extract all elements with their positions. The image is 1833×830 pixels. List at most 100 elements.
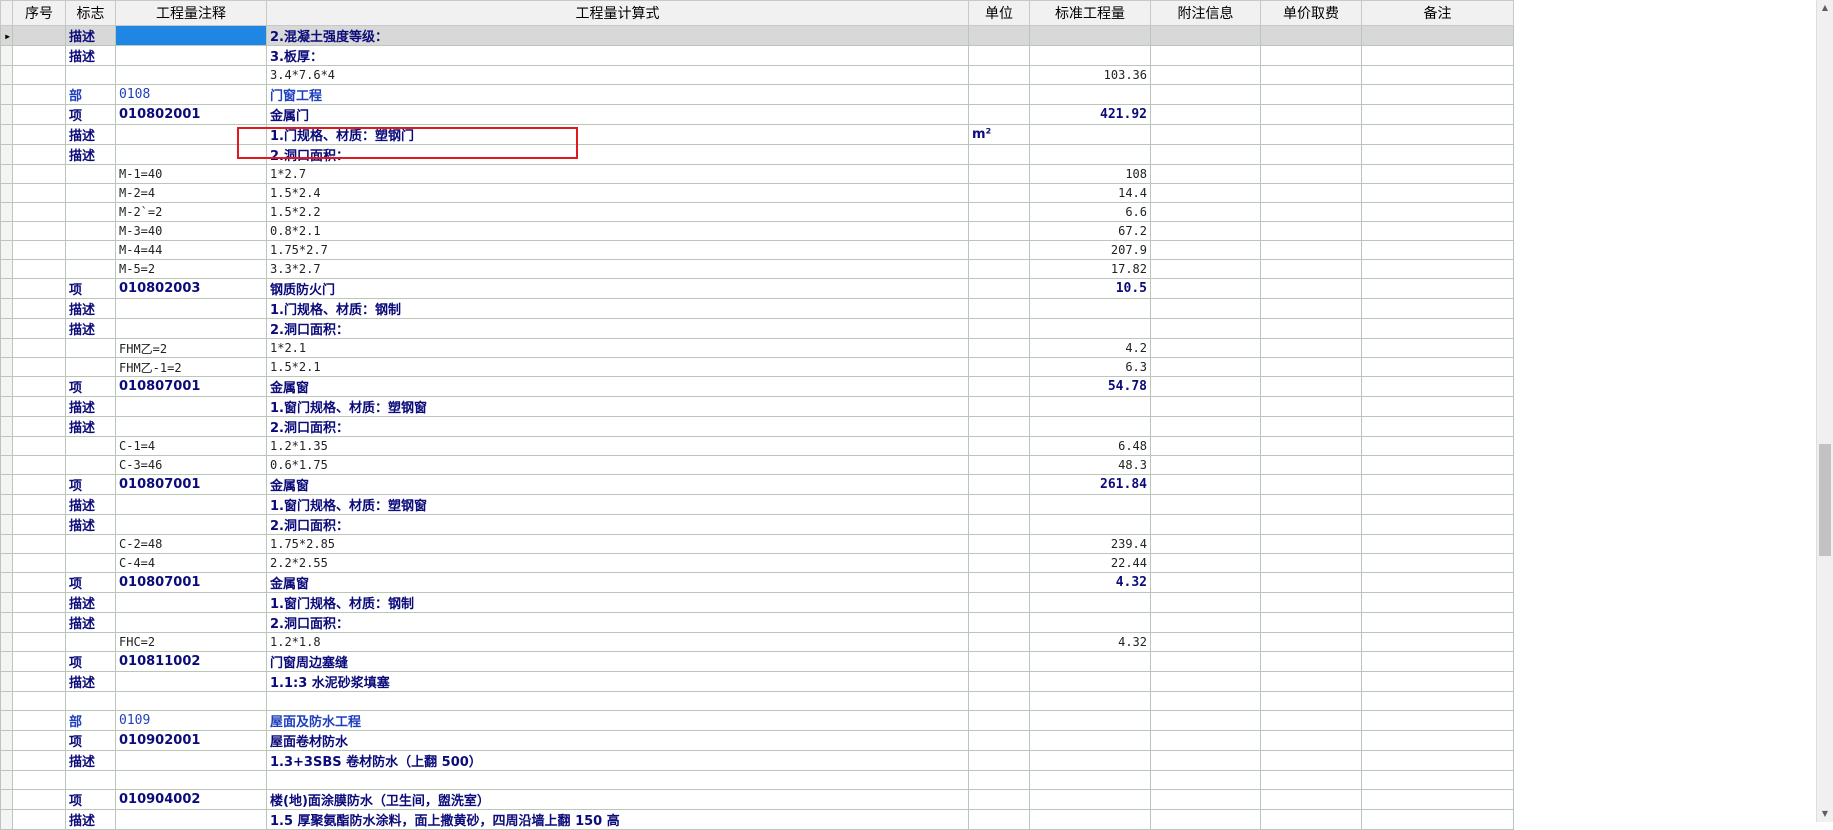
cell-remark[interactable] [1361,592,1514,613]
cell-note[interactable]: M-2`=2 [115,202,267,222]
row-indicator[interactable] [0,572,13,593]
table-row[interactable]: 描述 2.洞口面积： [0,514,1514,535]
cell-expression[interactable]: 1*2.7 [266,164,969,184]
cell-note[interactable]: C-2=48 [115,534,267,554]
table-row[interactable] [0,691,1514,711]
table-row[interactable]: 描述 1.窗门规格、材质：钢制 [0,592,1514,613]
cell-tag[interactable]: 部 [65,84,116,105]
cell-unit-price[interactable] [1260,691,1362,711]
cell-quantity[interactable]: 17.82 [1029,259,1151,279]
cell-quantity[interactable]: 421.92 [1029,104,1151,125]
cell-unit[interactable] [968,221,1030,241]
cell-tag[interactable]: 描述 [65,396,116,417]
cell-index[interactable] [12,671,66,692]
cell-quantity[interactable] [1029,84,1151,105]
cell-unit[interactable] [968,259,1030,279]
cell-extra-info[interactable] [1150,572,1261,593]
cell-tag[interactable] [65,183,116,203]
cell-note[interactable] [115,514,267,535]
table-row[interactable]: 项 010811002 门窗周边塞缝 [0,651,1514,672]
cell-quantity[interactable]: 6.3 [1029,357,1151,377]
cell-tag[interactable] [65,259,116,279]
cell-quantity[interactable] [1029,396,1151,417]
cell-quantity[interactable] [1029,651,1151,672]
cell-note[interactable] [115,318,267,339]
cell-unit[interactable] [968,84,1030,105]
cell-unit[interactable] [968,376,1030,397]
col-header-tag[interactable]: 标志 [65,0,116,26]
row-indicator[interactable] [0,183,13,203]
cell-index[interactable] [12,691,66,711]
cell-expression[interactable]: 1.窗门规格、材质：塑钢窗 [266,396,969,417]
cell-unit-price[interactable] [1260,278,1362,299]
table-row[interactable]: 描述 1.门规格、材质：塑钢门 m² [0,124,1514,145]
cell-index[interactable] [12,592,66,613]
cell-tag[interactable] [65,357,116,377]
cell-unit[interactable] [968,534,1030,554]
table-row[interactable]: 描述 2.洞口面积： [0,144,1514,165]
cell-tag[interactable] [65,240,116,260]
table-row[interactable]: M-2=4 1.5*2.4 14.4 [0,183,1514,203]
cell-remark[interactable] [1361,474,1514,495]
table-row[interactable]: 项 010807001 金属窗 54.78 [0,376,1514,397]
cell-unit-price[interactable] [1260,396,1362,417]
cell-unit[interactable] [968,612,1030,633]
cell-remark[interactable] [1361,534,1514,554]
cell-tag[interactable]: 项 [65,651,116,672]
table-row[interactable]: M-4=44 1.75*2.7 207.9 [0,240,1514,260]
cell-tag[interactable]: 描述 [65,671,116,692]
cell-remark[interactable] [1361,357,1514,377]
cell-remark[interactable] [1361,750,1514,771]
cell-remark[interactable] [1361,221,1514,241]
cell-unit-price[interactable] [1260,514,1362,535]
cell-index[interactable] [12,202,66,222]
cell-note[interactable] [115,809,267,830]
cell-index[interactable] [12,376,66,397]
cell-unit-price[interactable] [1260,183,1362,203]
cell-index[interactable] [12,84,66,105]
cell-expression[interactable]: 1.门规格、材质：钢制 [266,298,969,319]
cell-unit-price[interactable] [1260,338,1362,358]
table-row[interactable]: 描述 3.板厚： [0,45,1514,66]
table-row[interactable]: C-2=48 1.75*2.85 239.4 [0,534,1514,554]
cell-tag[interactable]: 描述 [65,494,116,515]
row-indicator[interactable] [0,124,13,145]
cell-quantity[interactable]: 6.6 [1029,202,1151,222]
cell-unit[interactable] [968,809,1030,830]
cell-expression[interactable]: 0.6*1.75 [266,455,969,475]
cell-expression[interactable]: 3.4*7.6*4 [266,65,969,85]
table-row[interactable]: 项 010807001 金属窗 261.84 [0,474,1514,495]
cell-index[interactable] [12,651,66,672]
cell-unit-price[interactable] [1260,651,1362,672]
cell-index[interactable] [12,416,66,437]
cell-note[interactable]: 0109 [115,710,267,731]
cell-remark[interactable] [1361,298,1514,319]
cell-unit[interactable] [968,730,1030,751]
cell-note[interactable] [115,770,267,790]
cell-index[interactable] [12,455,66,475]
cell-tag[interactable] [65,632,116,652]
cell-quantity[interactable] [1029,691,1151,711]
cell-remark[interactable] [1361,436,1514,456]
cell-note[interactable]: 010802003 [115,278,267,299]
cell-expression[interactable]: 金属窗 [266,376,969,397]
cell-quantity[interactable] [1029,730,1151,751]
cell-tag[interactable] [65,221,116,241]
cell-index[interactable] [12,572,66,593]
cell-quantity[interactable]: 10.5 [1029,278,1151,299]
cell-tag[interactable]: 项 [65,789,116,810]
vertical-scrollbar[interactable]: ▲ ▼ [1816,0,1833,822]
cell-remark[interactable] [1361,416,1514,437]
cell-tag[interactable] [65,553,116,573]
row-indicator[interactable] [0,84,13,105]
cell-note[interactable]: M-4=44 [115,240,267,260]
cell-note[interactable] [115,691,267,711]
cell-unit-price[interactable] [1260,144,1362,165]
cell-unit[interactable] [968,416,1030,437]
cell-index[interactable] [12,632,66,652]
cell-index[interactable] [12,534,66,554]
cell-expression[interactable]: 屋面卷材防水 [266,730,969,751]
cell-expression[interactable]: 3.3*2.7 [266,259,969,279]
cell-remark[interactable] [1361,183,1514,203]
cell-expression[interactable]: 1.3+3SBS 卷材防水（上翻 500） [266,750,969,771]
